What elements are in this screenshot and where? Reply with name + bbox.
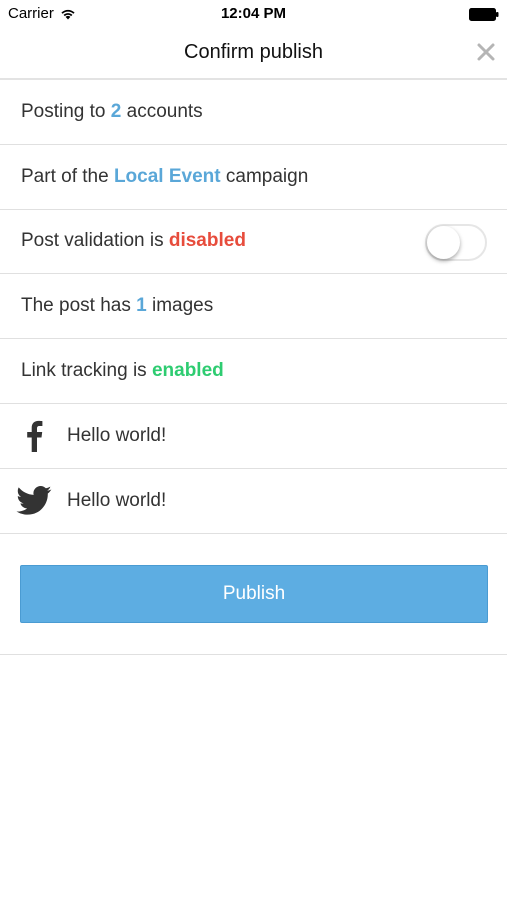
publish-section: Publish xyxy=(0,533,507,655)
accounts-prefix: Posting to xyxy=(21,100,111,122)
validation-toggle[interactable] xyxy=(425,223,487,261)
publish-button[interactable]: Publish xyxy=(20,565,488,623)
facebook-icon xyxy=(0,420,67,452)
validation-prefix: Post validation is xyxy=(21,230,169,252)
facebook-post-text: Hello world! xyxy=(67,424,167,446)
tracking-row: Link tracking is enabled xyxy=(0,339,507,404)
twitter-icon xyxy=(0,485,67,516)
campaign-suffix: campaign xyxy=(220,165,309,187)
nav-bar: Confirm publish xyxy=(0,28,507,80)
images-suffix: images xyxy=(146,295,214,317)
images-row: The post has 1 images xyxy=(0,274,507,340)
status-bar: Carrier 12:04 PM xyxy=(0,0,507,28)
twitter-post-row: Hello world! xyxy=(0,469,507,534)
accounts-row: Posting to 2 accounts xyxy=(0,80,507,145)
close-icon[interactable] xyxy=(475,41,497,63)
accounts-suffix: accounts xyxy=(121,100,203,122)
images-count: 1 xyxy=(136,295,147,317)
twitter-post-text: Hello world! xyxy=(67,489,167,511)
validation-status: disabled xyxy=(168,230,246,252)
campaign-name: Local Event xyxy=(113,165,221,187)
tracking-status: enabled xyxy=(151,360,224,382)
campaign-prefix: Part of the xyxy=(21,165,114,187)
publish-summary-list: Posting to 2 accounts Part of the Local … xyxy=(0,80,507,534)
campaign-row: Part of the Local Event campaign xyxy=(0,145,507,210)
toggle-knob xyxy=(427,225,460,259)
images-prefix: The post has xyxy=(21,295,137,317)
tracking-prefix: Link tracking is xyxy=(21,360,152,382)
facebook-post-row: Hello world! xyxy=(0,404,507,469)
page-title: Confirm publish xyxy=(184,41,323,63)
accounts-count: 2 xyxy=(110,100,122,122)
battery-icon xyxy=(469,8,499,21)
validation-row: Post validation is disabled xyxy=(0,210,507,275)
status-time: 12:04 PM xyxy=(220,5,287,22)
